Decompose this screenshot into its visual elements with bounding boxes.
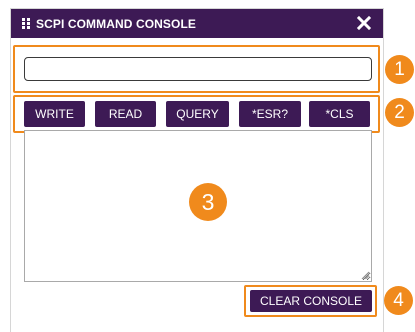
close-button[interactable] bbox=[353, 12, 375, 34]
clear-console-button[interactable]: CLEAR CONSOLE bbox=[250, 290, 372, 312]
cls-button[interactable]: *CLS bbox=[309, 101, 370, 127]
write-button[interactable]: WRITE bbox=[24, 101, 85, 127]
close-icon[interactable] bbox=[357, 16, 371, 30]
callout-badge-3: 3 bbox=[189, 183, 227, 221]
window-title: SCPI COMMAND CONSOLE bbox=[36, 16, 197, 31]
read-button[interactable]: READ bbox=[95, 101, 156, 127]
resize-grip-icon[interactable] bbox=[361, 271, 370, 280]
esr-query-button[interactable]: *ESR? bbox=[239, 101, 301, 127]
callout-badge-4: 4 bbox=[384, 286, 413, 315]
title-bar[interactable]: SCPI COMMAND CONSOLE bbox=[11, 9, 383, 38]
query-button[interactable]: QUERY bbox=[166, 101, 229, 127]
callout-badge-1: 1 bbox=[385, 55, 414, 84]
drag-handle-icon[interactable] bbox=[22, 18, 31, 29]
command-input[interactable] bbox=[24, 57, 372, 81]
callout-badge-2: 2 bbox=[385, 98, 414, 127]
